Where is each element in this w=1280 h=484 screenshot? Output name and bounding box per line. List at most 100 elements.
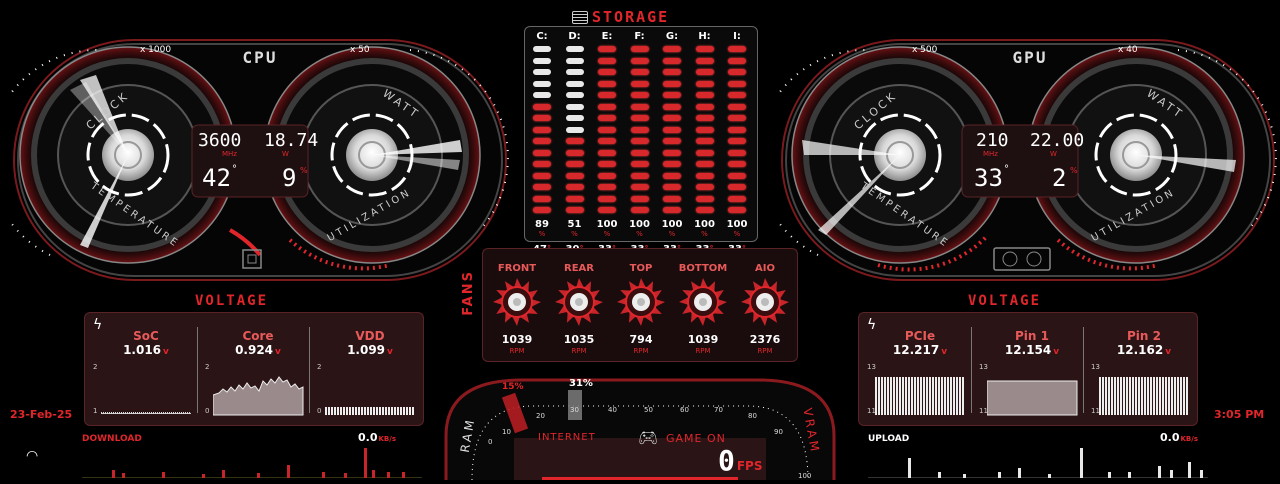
drive-usage-segment — [695, 126, 714, 133]
drive-usage-segment — [565, 172, 584, 179]
drive-usage-segment — [663, 115, 681, 121]
gauge-tick-label: 50 — [644, 406, 653, 414]
drive-usage-value: 100 — [629, 218, 650, 230]
drive-usage-unit: % — [571, 229, 578, 238]
drive-usage-segment — [533, 92, 551, 98]
drive-usage-segment — [598, 172, 616, 179]
gauge-tick-label: 0 — [488, 438, 493, 446]
drive-usage-segment — [663, 149, 681, 156]
drive-usage-segment — [598, 149, 616, 156]
ram-percent-text: 15% — [502, 382, 524, 392]
drive-usage-segment — [663, 161, 681, 167]
voltage-scale-bottom: 0 — [317, 407, 322, 415]
storage-panel: C:89%47°D:51%30°E:100%33°F:100%33°G:100%… — [524, 26, 758, 255]
fps-unit: FPS — [736, 459, 763, 473]
drive-usage-segment — [695, 80, 714, 87]
voltage-divider — [1083, 327, 1084, 413]
drive-column: D:51%30° — [562, 31, 588, 255]
drive-label: D: — [568, 31, 581, 42]
drive-usage-segment — [630, 172, 649, 179]
fan-rpm-unit: RPM — [757, 347, 773, 355]
voltage-scale-top: 2 — [317, 363, 322, 371]
cpu-clock-multiplier: x 1000 — [140, 45, 172, 55]
storage-icon — [572, 11, 588, 24]
drive-usage-segment — [663, 46, 681, 52]
drive-usage-segment — [533, 172, 551, 179]
voltage-history-graph — [325, 407, 414, 415]
drive-usage-value: 100 — [661, 218, 683, 230]
drive-usage-segment — [728, 115, 746, 121]
drive-usage-unit: % — [538, 229, 546, 238]
drive-usage-bar — [529, 46, 555, 213]
drive-usage-bar — [627, 46, 653, 213]
upload-graph — [868, 448, 1208, 478]
drive-usage-segment — [598, 184, 616, 190]
voltage-value-row: 12.154 v — [977, 343, 1087, 357]
cpu-watt-unit: W — [282, 150, 289, 158]
drive-label: F: — [634, 31, 645, 42]
drive-usage-unit: % — [733, 229, 741, 238]
voltage-right-panel: ϟ PCIe 12.217 v 13 11 Pin 1 12.154 v 13 11 Pin 2 12… — [858, 312, 1198, 426]
drive-usage-segment — [663, 57, 681, 64]
drive-usage-segment — [533, 57, 551, 64]
cpu-watt-multiplier: x 50 — [350, 45, 370, 55]
gpu-clock-multiplier: x 500 — [912, 45, 938, 55]
voltage-value: 12.217 — [892, 343, 940, 357]
drive-usage-segment — [565, 207, 584, 213]
drive-usage-segment — [663, 92, 681, 98]
drive-usage-value: 100 — [726, 218, 748, 230]
voltage-value-row: 1.099 v — [315, 343, 425, 357]
voltage-divider — [971, 327, 972, 413]
fan-graphic — [741, 278, 789, 326]
gauge-tick-label: 60 — [680, 406, 689, 414]
drive-usage-segment — [533, 138, 551, 144]
wifi-icon: ◠ — [26, 448, 39, 464]
gpu-watt-multiplier: x 40 — [1118, 45, 1138, 55]
drive-usage-segment — [630, 103, 649, 110]
voltage-divider — [197, 327, 198, 413]
drive-usage-segment — [598, 80, 616, 87]
voltage-value-row: 1.016 v — [91, 343, 201, 357]
drive-usage-segment — [728, 46, 746, 52]
drive-usage-segment — [695, 149, 714, 156]
gpu-temp-unit: ° — [1004, 164, 1009, 175]
drive-usage-segment — [695, 92, 714, 98]
gpu-clock-unit: MHz — [983, 150, 998, 158]
drive-usage-segment — [533, 69, 551, 75]
drive-usage-segment — [630, 57, 649, 64]
drive-usage-unit: % — [668, 229, 676, 238]
drive-usage-bar — [724, 46, 750, 213]
voltage-history-graph — [1099, 377, 1188, 415]
drive-usage-segment — [663, 80, 681, 87]
drive-column: I:100%33° — [724, 31, 750, 255]
voltage-right-title: VOLTAGE — [968, 293, 1042, 309]
drive-usage-segment — [728, 172, 746, 179]
voltage-label: Pin 1 — [1015, 329, 1049, 343]
drive-usage-segment — [598, 57, 616, 64]
drive-usage-segment — [630, 138, 649, 144]
drive-usage-unit: % — [636, 229, 643, 238]
gauge-tick-label: 70 — [714, 406, 723, 414]
cpu-clock-value: 3600 — [198, 130, 242, 151]
game-on-label: GAME ON — [666, 432, 726, 445]
voltage-label: SoC — [133, 329, 159, 343]
drive-usage-value: 51 — [567, 218, 582, 230]
voltage-label: VDD — [355, 329, 385, 343]
fan-label: FRONT — [497, 263, 537, 274]
drive-column: H:100%33° — [692, 31, 718, 255]
fan-graphic — [555, 278, 603, 326]
voltage-unit: v — [387, 347, 393, 357]
drive-usage-segment — [630, 115, 649, 121]
drive-usage-segment — [663, 172, 681, 179]
drive-usage-segment — [630, 195, 649, 202]
gpu-cluster: CLOCK WATT GPU x 500 x 40 210 MHz 22.00 … — [756, 30, 1278, 290]
drive-usage-segment — [533, 184, 551, 190]
fans-panel: FRONT 1039 RPM REAR 1035 RPM TOP 794 RPM BOTTOM 10… — [482, 248, 798, 362]
fan-rpm-unit: RPM — [571, 347, 587, 355]
drive-usage-segment — [598, 115, 616, 121]
drive-usage-segment — [565, 138, 584, 144]
drive-usage-segment — [695, 195, 714, 202]
drive-usage-segment — [695, 161, 714, 167]
voltage-unit: v — [275, 347, 281, 357]
download-value: 0.0 — [358, 431, 378, 444]
